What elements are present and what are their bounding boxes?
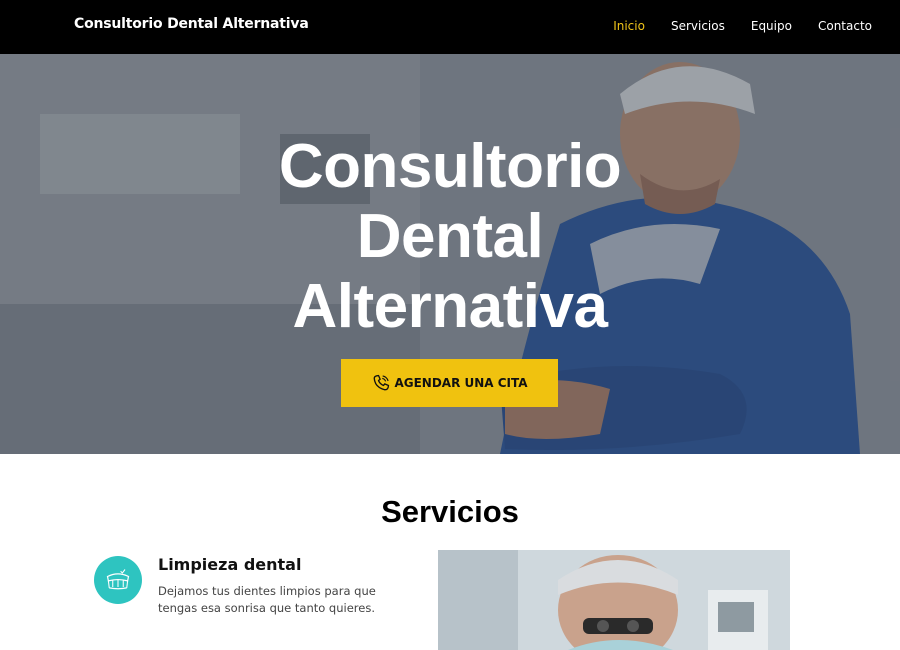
teeth-icon: [106, 569, 130, 590]
nav-link-contacto[interactable]: Contacto: [818, 19, 872, 33]
phone-icon: [371, 373, 391, 393]
nav-links: Inicio Servicios Equipo Contacto: [587, 19, 872, 33]
navbar: Consultorio Dental Alternativa Inicio Se…: [0, 0, 900, 54]
service-icon-circle: [94, 556, 142, 604]
service-photo-dentist: [438, 550, 790, 650]
brand-title[interactable]: Consultorio Dental Alternativa: [74, 16, 309, 32]
dentist-photo: [438, 550, 790, 650]
hero-section: Consultorio Dental Alternativa AGENDAR U…: [0, 54, 900, 454]
service-title: Limpieza dental: [158, 555, 302, 574]
service-description: Dejamos tus dientes limpios para que ten…: [158, 584, 376, 615]
nav-link-equipo[interactable]: Equipo: [751, 19, 792, 33]
hero-title-line: Dental: [356, 202, 544, 271]
nav-link-inicio[interactable]: Inicio: [613, 19, 645, 33]
services-heading: Servicios: [381, 494, 519, 529]
nav-link-servicios[interactable]: Servicios: [671, 19, 725, 33]
hero-title-line: Alternativa: [292, 272, 608, 341]
hero-title: Consultorio Dental Alternativa: [0, 132, 900, 342]
hero-title-line: Consultorio: [278, 132, 622, 201]
schedule-appointment-button[interactable]: AGENDAR UNA CITA: [341, 359, 558, 407]
schedule-appointment-label: AGENDAR UNA CITA: [394, 376, 528, 390]
